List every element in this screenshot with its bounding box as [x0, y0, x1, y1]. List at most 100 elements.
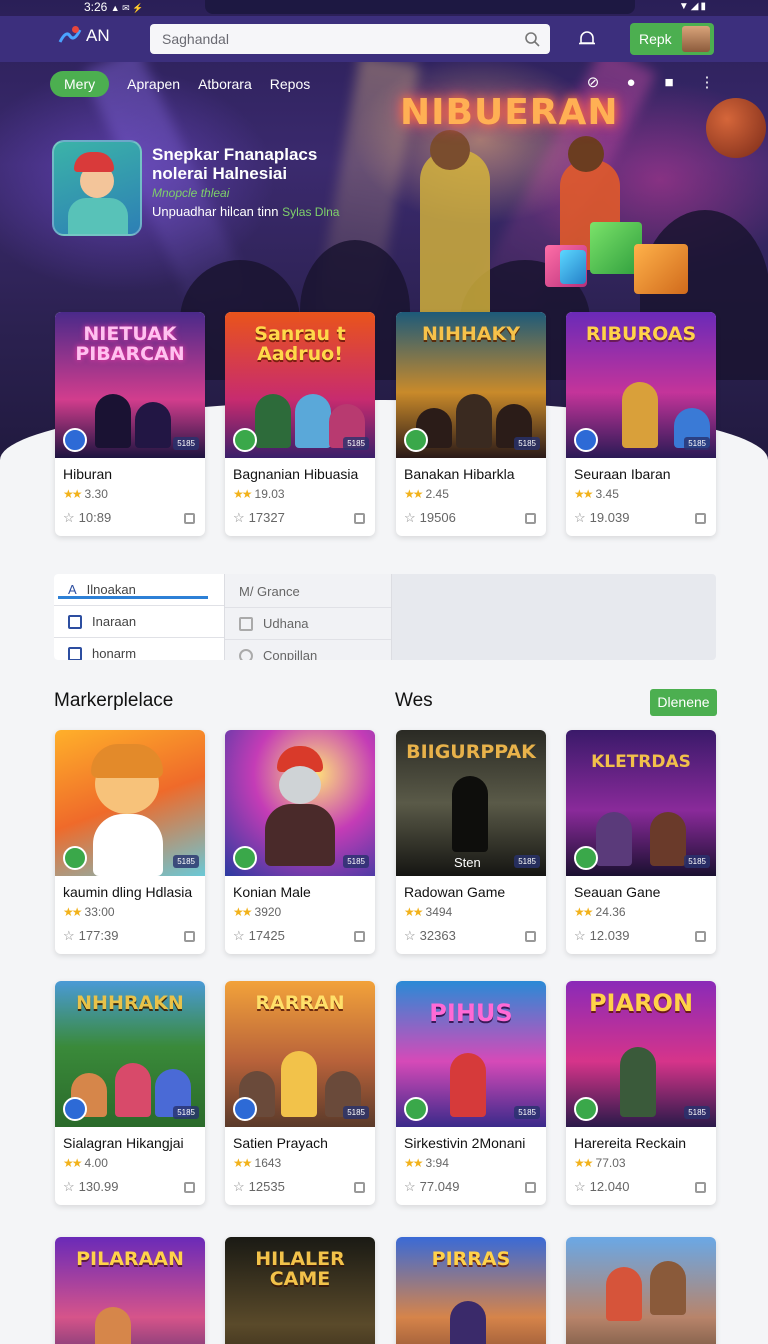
- hero-subtitle: Mnopcle thleai: [152, 186, 230, 200]
- game-card[interactable]: Sanrau t Aadruo! 5185 Bagnanian Hibuasia…: [225, 312, 375, 536]
- star-outline-icon: ☆: [63, 1179, 75, 1194]
- game-thumbnail: PILARAAN: [55, 1237, 205, 1344]
- save-icon[interactable]: [695, 931, 706, 942]
- stop-icon[interactable]: ■: [660, 74, 678, 92]
- cube-icon: [560, 250, 586, 284]
- game-rating: ★★ 3.30: [63, 487, 108, 501]
- section-action-button[interactable]: Dlenene: [650, 689, 717, 716]
- game-thumbnail: RIBUROAS 5185: [566, 312, 716, 458]
- game-card[interactable]: BIIGURPPAK Sten 5185 Radowan Game ★★ 3494…: [396, 730, 546, 954]
- nav-item[interactable]: Atborara: [198, 76, 252, 92]
- category-badge-icon: [574, 1097, 598, 1121]
- save-icon[interactable]: [695, 513, 706, 524]
- top-app-bar: AN Repk: [0, 16, 768, 62]
- search-icon[interactable]: [524, 31, 540, 47]
- save-icon[interactable]: [184, 513, 195, 524]
- nav-item-active[interactable]: Mery: [50, 71, 110, 97]
- game-name: Banakan Hibarkla: [404, 466, 515, 482]
- star-outline-icon: ☆: [233, 928, 245, 943]
- save-icon[interactable]: [525, 1182, 536, 1193]
- game-stats: ☆ 32363: [396, 919, 546, 954]
- game-thumbnail: NIHHAKY 5185: [396, 312, 546, 458]
- copy-icon: [239, 648, 253, 660]
- star-outline-icon: ☆: [404, 510, 416, 525]
- game-card[interactable]: PIHUS 5185 Sirkestivin 2Monani ★★ 3:94 ☆ 7…: [396, 981, 546, 1205]
- game-name: Hiburan: [63, 466, 113, 482]
- nav-item[interactable]: Aprapen: [127, 76, 180, 92]
- game-rating: ★★ 77.03: [574, 1156, 626, 1170]
- save-icon[interactable]: [184, 931, 195, 942]
- game-stats: ☆ 17425: [225, 919, 375, 954]
- game-thumbnail: 5185: [55, 730, 205, 876]
- category-badge-icon: [574, 846, 598, 870]
- game-card[interactable]: 5185 kaumin dling Hdlasia ★★ 33:00 ☆ 177:3…: [55, 730, 205, 954]
- game-thumbnail: BIIGURPPAK Sten 5185: [396, 730, 546, 876]
- game-card[interactable]: PIRRAS: [396, 1237, 546, 1344]
- bell-icon[interactable]: [576, 28, 598, 50]
- game-card[interactable]: NHHRAKN 5185 Sialagran Hikangjai ★★ 4.00 …: [55, 981, 205, 1205]
- save-icon[interactable]: [354, 1182, 365, 1193]
- category-badge-icon: [574, 428, 598, 452]
- category-badge-icon: [233, 1097, 257, 1121]
- status-bar: 3:26 ▲ ✉ ⚡ ▼◢▮: [0, 0, 768, 16]
- save-icon[interactable]: [354, 513, 365, 524]
- game-card[interactable]: HILALER CAME: [225, 1237, 375, 1344]
- logo-icon: [58, 26, 82, 46]
- filter-panel: A Ilnoakan Inaraan honarm M/ Grance Udhan…: [54, 574, 716, 660]
- game-card[interactable]: KLETRDAS 5185 Seauan Gane ★★ 24.36 ☆ 12.03…: [566, 730, 716, 954]
- main-nav: Mery Aprapen Atborara Repos: [50, 71, 310, 97]
- filter-option[interactable]: Conpillan: [225, 640, 391, 660]
- star-outline-icon: ☆: [63, 510, 75, 525]
- game-stats: ☆ 17327: [225, 501, 375, 536]
- game-thumbnail: RARRAN 5185: [225, 981, 375, 1127]
- game-card[interactable]: PIARON 5185 Harereita Reckain ★★ 77.03 ☆ 1…: [566, 981, 716, 1205]
- category-badge-icon: [63, 1097, 87, 1121]
- game-name: Sialagran Hikangjai: [63, 1135, 184, 1151]
- filter-option[interactable]: M/ Grance: [225, 576, 391, 608]
- game-card[interactable]: RIBUROAS 5185 Seuraan Ibaran ★★ 3.45 ☆ 19.…: [566, 312, 716, 536]
- save-icon[interactable]: [354, 931, 365, 942]
- filter-option[interactable]: A Ilnoakan: [54, 574, 224, 606]
- star-icon: ★★: [233, 1156, 252, 1170]
- star-outline-icon: ☆: [574, 928, 586, 943]
- game-name: Sirkestivin 2Monani: [404, 1135, 526, 1151]
- game-name: Seuraan Ibaran: [574, 466, 671, 482]
- star-icon: ★★: [63, 905, 82, 919]
- category-badge-icon: [404, 428, 428, 452]
- save-icon[interactable]: [525, 513, 536, 524]
- filter-option[interactable]: Udhana: [225, 608, 391, 640]
- avatar: [682, 26, 710, 52]
- nav-actions: ⊘ ● ■ ⋮: [584, 74, 716, 92]
- search-input[interactable]: [150, 24, 500, 54]
- save-icon[interactable]: [525, 931, 536, 942]
- game-card[interactable]: NIETUAK PIBARCAN 5185 Hiburan ★★ 3.30 ☆ 10…: [55, 312, 205, 536]
- more-icon[interactable]: ⋮: [698, 74, 716, 92]
- game-rating: ★★ 19.03: [233, 487, 285, 501]
- nav-item[interactable]: Repos: [270, 76, 310, 92]
- game-card[interactable]: PILARAAN: [55, 1237, 205, 1344]
- hero-app-icon[interactable]: [52, 140, 142, 236]
- game-thumbnail: Sanrau t Aadruo! 5185: [225, 312, 375, 458]
- game-name: Seauan Gane: [574, 884, 661, 900]
- filter-option[interactable]: honarm: [54, 638, 224, 660]
- active-indicator: [58, 596, 208, 599]
- game-card[interactable]: 5185 Konian Male ★★ 3920 ☆ 17425: [225, 730, 375, 954]
- game-card[interactable]: RARRAN 5185 Satien Prayach ★★ 1643 ☆ 12535: [225, 981, 375, 1205]
- game-name: Harereita Reckain: [574, 1135, 687, 1151]
- game-card[interactable]: NIHHAKY 5185 Banakan Hibarkla ★★ 2.45 ☆ 19…: [396, 312, 546, 536]
- apple-icon[interactable]: ●: [622, 74, 640, 92]
- app-logo[interactable]: AN: [58, 26, 110, 46]
- save-icon[interactable]: [695, 1182, 706, 1193]
- game-card[interactable]: [566, 1237, 716, 1344]
- game-name: Bagnanian Hibuasia: [233, 466, 359, 482]
- folder-icon: [68, 614, 82, 629]
- search-bar[interactable]: [150, 24, 550, 54]
- star-outline-icon: ☆: [233, 1179, 245, 1194]
- filter-option[interactable]: Inaraan: [54, 606, 224, 638]
- text-icon: A: [68, 582, 77, 597]
- filter-column: A Ilnoakan Inaraan honarm: [54, 574, 224, 660]
- compass-icon[interactable]: ⊘: [584, 74, 602, 92]
- signal-icons: ▼◢▮: [678, 1, 708, 12]
- account-button[interactable]: Repk: [630, 23, 714, 55]
- save-icon[interactable]: [184, 1182, 195, 1193]
